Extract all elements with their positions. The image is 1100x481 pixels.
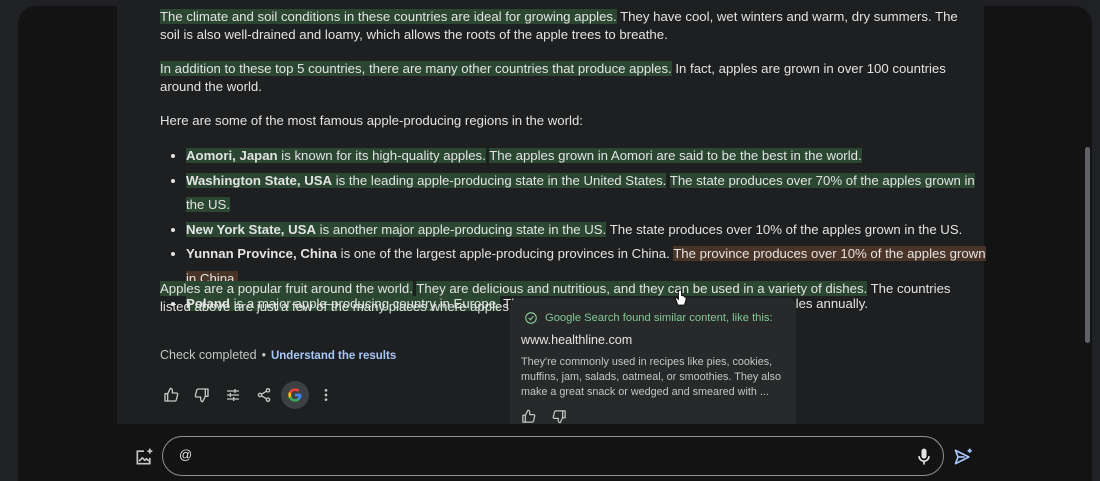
mic-icon — [918, 448, 930, 465]
list-item-title: Aomori, Japan — [186, 148, 278, 163]
verified-highlight[interactable]: In addition to these top 5 countries, th… — [160, 61, 672, 76]
send-button[interactable] — [952, 447, 974, 467]
send-icon — [954, 448, 972, 465]
source-site-link[interactable]: www.healthline.com — [521, 333, 632, 347]
separator-dot: • — [261, 348, 266, 362]
share-icon — [257, 388, 271, 402]
verified-highlight[interactable]: The apples grown in Aomori are said to b… — [489, 148, 862, 163]
list-item-title: New York State, USA — [186, 221, 316, 237]
list-item-text: is one of the largest apple-producing pr… — [336, 246, 670, 262]
response-paragraph-3: Here are some of the most famous apple-p… — [160, 113, 583, 128]
mouse-cursor-icon — [675, 289, 687, 306]
add-image-button[interactable] — [134, 447, 154, 467]
list-item-text: is the leading apple-producing state in … — [332, 172, 667, 188]
more-vert-icon — [324, 389, 328, 401]
verified-highlight[interactable]: Washington State, USA is the leading app… — [186, 172, 667, 188]
popup-thumbs-up-button[interactable] — [521, 409, 537, 423]
prompt-input-box[interactable] — [162, 436, 944, 476]
response-paragraph-1: The climate and soil conditions in these… — [160, 8, 965, 43]
understand-results-link[interactable]: Understand the results — [271, 350, 396, 362]
more-options-button[interactable] — [312, 381, 340, 409]
thumbs-up-icon — [522, 409, 536, 423]
response-action-bar — [157, 381, 343, 409]
prompt-input[interactable] — [179, 447, 879, 462]
list-item-text: The state produces over 10% of the apple… — [606, 221, 963, 237]
check-circle-icon — [525, 312, 537, 324]
verified-highlight[interactable]: The climate and soil conditions in these… — [160, 9, 617, 24]
share-button[interactable] — [250, 381, 278, 409]
list-item-text: is another major apple-producing state i… — [315, 221, 607, 237]
popup-header-text: Google Search found similar content, lik… — [545, 312, 773, 324]
double-check-status: Check completed • Understand the results — [160, 348, 396, 362]
popup-header: Google Search found similar content, lik… — [524, 311, 773, 325]
verified-highlight[interactable]: They are delicious and nutritious, and t… — [416, 281, 868, 296]
list-item-title: Yunnan Province, China — [186, 246, 337, 262]
list-item: Washington State, USA is the leading app… — [186, 169, 986, 218]
verified-highlight[interactable]: Aomori, Japan is known for its high-qual… — [186, 148, 486, 163]
similar-content-popup: Google Search found similar content, lik… — [510, 298, 796, 424]
response-paragraph-2: In addition to these top 5 countries, th… — [160, 60, 965, 95]
list-item-text: is known for its high-quality apples. — [277, 148, 486, 163]
google-icon — [288, 388, 302, 402]
popup-thumbs-down-button[interactable] — [552, 409, 568, 424]
modify-response-button[interactable] — [219, 381, 247, 409]
microphone-button[interactable] — [914, 447, 934, 467]
thumbs-up-icon — [164, 387, 179, 402]
thumbs-up-button[interactable] — [157, 381, 185, 409]
tune-icon — [227, 389, 239, 401]
thumbs-down-icon — [194, 388, 209, 403]
popup-feedback — [521, 409, 583, 424]
add-image-icon — [136, 448, 153, 465]
source-snippet: They're commonly used in recipes like pi… — [521, 356, 782, 398]
list-item: Aomori, Japan is known for its high-qual… — [186, 144, 986, 169]
list-item-title: Washington State, USA — [186, 172, 333, 188]
list-item: New York State, USA is another major app… — [186, 218, 986, 243]
verified-highlight[interactable]: Apples are a popular fruit around the wo… — [160, 281, 413, 296]
double-check-button[interactable] — [281, 381, 309, 409]
thumbs-down-icon — [552, 410, 566, 424]
check-status-text: Check completed — [160, 348, 257, 362]
scrollbar-thumb[interactable] — [1085, 147, 1090, 343]
thumbs-down-button[interactable] — [188, 381, 216, 409]
verified-highlight[interactable]: New York State, USA is another major app… — [186, 221, 607, 237]
